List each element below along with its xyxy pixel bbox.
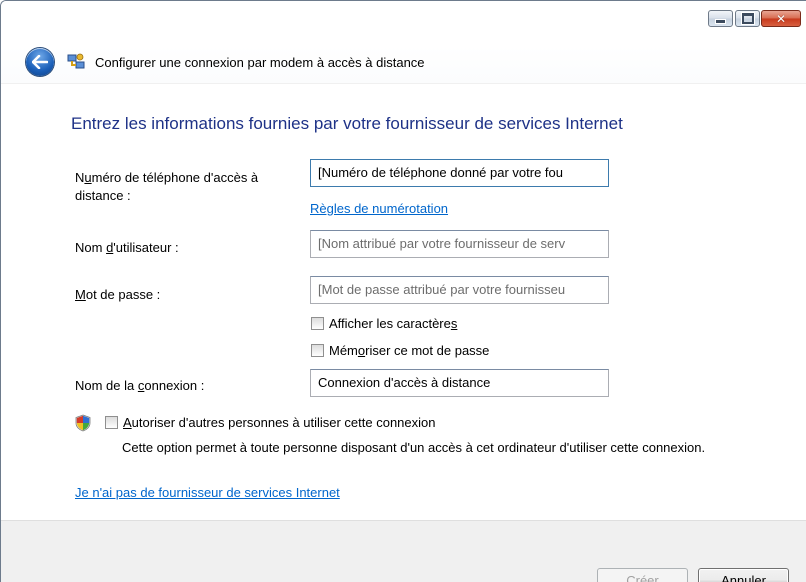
window-title: Configurer une connexion par modem à acc… — [95, 55, 425, 70]
connection-name-label: Nom de la connexion : — [75, 378, 205, 393]
maximize-button[interactable] — [735, 10, 760, 27]
content-area: Entrez les informations fournies par vot… — [1, 84, 806, 520]
cancel-button[interactable]: Annuler — [698, 568, 789, 582]
phone-number-input[interactable]: [Numéro de téléphone donné par votre fou — [310, 159, 609, 187]
create-button[interactable]: Créer — [597, 568, 688, 582]
close-icon: ✕ — [775, 11, 787, 26]
remember-password-label[interactable]: Mémoriser ce mot de passe — [329, 343, 489, 358]
uac-shield-icon — [75, 414, 91, 432]
no-isp-link[interactable]: Je n'ai pas de fournisseur de services I… — [75, 485, 340, 500]
back-arrow-icon — [32, 55, 48, 69]
dialog-window: ✕ Configurer une connexion par modem à a… — [0, 0, 806, 582]
minimize-button[interactable] — [708, 10, 733, 27]
password-input[interactable]: [Mot de passe attribué par votre fournis… — [310, 276, 609, 304]
allow-others-checkbox[interactable] — [105, 416, 118, 429]
maximize-icon — [740, 12, 755, 25]
dialing-rules-link[interactable]: Règles de numérotation — [310, 201, 448, 216]
allow-others-label[interactable]: Autoriser d'autres personnes à utiliser … — [123, 415, 436, 430]
close-button[interactable]: ✕ — [761, 10, 801, 27]
minimize-icon — [715, 18, 726, 24]
connection-name-input[interactable]: Connexion d'accès à distance — [310, 369, 609, 397]
title-bar: ✕ Configurer une connexion par modem à a… — [1, 1, 806, 84]
phone-label-line2: distance : — [75, 188, 131, 203]
network-connection-icon — [67, 53, 85, 69]
remember-password-checkbox[interactable] — [311, 344, 324, 357]
back-button[interactable] — [26, 48, 54, 76]
show-characters-checkbox[interactable] — [311, 317, 324, 330]
password-label: Mot de passe : — [75, 287, 161, 302]
username-input[interactable]: [Nom attribué par votre fournisseur de s… — [310, 230, 609, 258]
page-heading: Entrez les informations fournies par vot… — [71, 114, 623, 133]
phone-label: Numéro de téléphone d'accès à — [75, 170, 259, 185]
username-label: Nom d'utilisateur : — [75, 240, 179, 255]
show-characters-label[interactable]: Afficher les caractères — [329, 316, 457, 331]
allow-others-description: Cette option permet à toute personne dis… — [122, 440, 706, 455]
caption-buttons: ✕ — [706, 10, 801, 27]
